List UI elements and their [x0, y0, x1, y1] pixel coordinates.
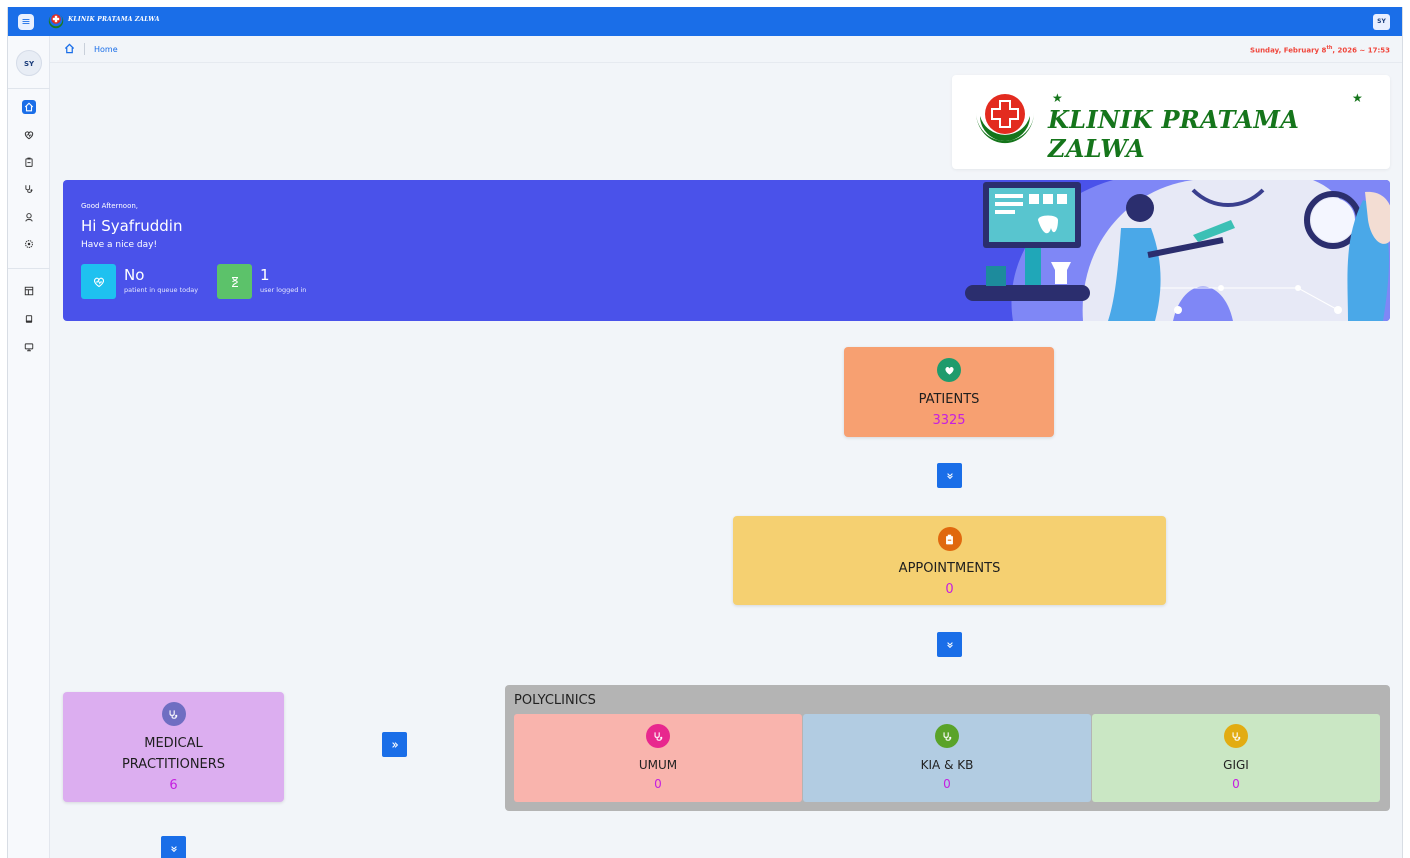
polyclinic-card-gigi[interactable]: GIGI 0 [1092, 714, 1380, 802]
appointments-title: APPOINTMENTS [898, 561, 1001, 576]
greeting-subtitle: Have a nice day! [81, 240, 158, 250]
clipboard-icon [946, 534, 953, 544]
practitioners-card[interactable]: MEDICAL PRACTITIONERS 6 [63, 692, 284, 802]
sidebar-item-tablet[interactable] [22, 312, 36, 326]
date-rest: , 2026 ~ 17:53 [1332, 46, 1390, 55]
expand-appointments-button[interactable] [937, 632, 962, 657]
brand-name: KLINIK PRATAMA ZALWA [68, 16, 160, 23]
sidebar-item-settings[interactable] [22, 237, 36, 251]
sidebar-item-practitioners[interactable] [22, 182, 36, 196]
chevrons-down-icon [946, 641, 953, 648]
breadcrumb-home-icon[interactable] [64, 43, 75, 54]
sidebar-item-layout[interactable] [22, 284, 36, 298]
practitioners-icon-badge [161, 702, 186, 726]
polyclinics-title: POLYCLINICS [514, 693, 596, 708]
tablet-icon [25, 315, 33, 323]
sidebar-avatar[interactable]: SY [16, 50, 42, 76]
sidebar-item-monitor[interactable] [22, 340, 36, 354]
clinic-emblem-icon [976, 94, 1034, 144]
greeting-username: Hi Syafruddin [81, 217, 183, 235]
sidebar-item-appointments[interactable] [22, 155, 36, 169]
stethoscope-icon [1232, 731, 1240, 741]
star-icon: ★ [1052, 91, 1063, 105]
heart-icon [944, 366, 954, 375]
greeting-banner: Good Afternoon, Hi Syafruddin Have a nic… [63, 180, 1390, 321]
breadcrumb-divider [84, 43, 85, 55]
expand-practitioners-button[interactable] [161, 836, 186, 858]
patients-card[interactable]: PATIENTS 3325 [844, 347, 1054, 437]
sidebar-divider [8, 268, 50, 269]
polyclinic-count: 0 [654, 777, 662, 791]
sidebar: SY [8, 36, 50, 858]
breadcrumb-home-link[interactable]: Home [94, 45, 118, 54]
settings-icon [25, 240, 33, 248]
dental-illustration [965, 180, 1390, 321]
clinic-logo-name: KLINIK PRATAMA ZALWA [1048, 105, 1300, 163]
monitor-icon [24, 343, 34, 352]
clinic-logo-card: ★ ★ KLINIK PRATAMA ZALWA [952, 75, 1390, 169]
sidebar-item-home[interactable] [22, 100, 36, 114]
link-practitioners-polyclinics-button[interactable] [382, 732, 407, 757]
hamburger-icon: ≡ [21, 15, 31, 28]
queue-stat-icon-box [81, 264, 116, 299]
appointments-icon-badge [937, 527, 962, 551]
appointments-count: 0 [945, 582, 954, 597]
breadcrumb-divider-line [50, 62, 1402, 63]
practitioners-count: 6 [169, 778, 178, 793]
polyclinic-card-umum[interactable]: UMUM 0 [514, 714, 802, 802]
queue-stat-value: No [124, 266, 145, 284]
users-stat-value: 1 [260, 266, 270, 284]
polyclinic-name: GIGI [1223, 758, 1249, 772]
hourglass-icon [231, 276, 238, 287]
practitioners-title-line2: PRACTITIONERS [121, 757, 226, 772]
current-datetime: Sunday, February 8th, 2026 ~ 17:53 [1250, 45, 1390, 54]
chevrons-down-icon [170, 845, 177, 852]
queue-stat-label: patient in queue today [124, 286, 199, 294]
polyclinic-icon-badge [1224, 724, 1248, 748]
polyclinic-name: KIA & KB [920, 758, 974, 772]
stethoscope-icon [943, 731, 951, 741]
chevrons-right-icon [391, 741, 398, 748]
star-icon: ★ [1352, 91, 1363, 105]
patients-icon-badge [937, 358, 961, 382]
expand-patients-button[interactable] [937, 463, 962, 488]
top-navbar: ≡ KLINIK PRATAMA ZALWA SY [8, 7, 1402, 36]
person-badge-icon [25, 213, 33, 222]
home-icon [24, 102, 34, 112]
sidebar-item-staff[interactable] [22, 210, 36, 224]
polyclinic-card-kia-kb[interactable]: KIA & KB 0 [803, 714, 1091, 802]
polyclinic-icon-badge [646, 724, 670, 748]
user-avatar-button[interactable]: SY [1373, 14, 1390, 30]
layout-icon [24, 286, 34, 296]
date-prefix: Sunday, February 8 [1250, 46, 1327, 55]
greeting-salutation: Good Afternoon, [81, 202, 139, 210]
heart-pulse-icon [93, 277, 104, 287]
users-stat-icon-box [217, 264, 252, 299]
polyclinic-icon-badge [935, 724, 959, 748]
clinic-logo-icon [48, 13, 64, 29]
stethoscope-icon [169, 709, 178, 719]
polyclinic-count: 0 [943, 777, 951, 791]
users-stat-label: user logged in [260, 286, 307, 294]
sidebar-divider [8, 88, 50, 89]
app-frame: ≡ KLINIK PRATAMA ZALWA SY SY Home Sunday… [7, 7, 1403, 858]
hamburger-menu-button[interactable]: ≡ [18, 14, 34, 30]
heart-pulse-icon [24, 131, 34, 140]
appointments-card[interactable]: APPOINTMENTS 0 [733, 516, 1166, 605]
practitioners-title-line1: MEDICAL [144, 736, 203, 751]
stethoscope-icon [654, 731, 662, 741]
patients-title: PATIENTS [918, 392, 980, 407]
patients-count: 3325 [932, 413, 966, 428]
calendar-clip-icon [25, 157, 33, 167]
polyclinics-panel: POLYCLINICS UMUM 0 KIA & KB 0 GIGI 0 [505, 685, 1390, 811]
polyclinic-name: UMUM [638, 758, 678, 772]
chevrons-down-icon [946, 472, 953, 479]
stethoscope-icon [25, 185, 33, 193]
polyclinic-count: 0 [1232, 777, 1240, 791]
sidebar-item-patients[interactable] [22, 128, 36, 142]
